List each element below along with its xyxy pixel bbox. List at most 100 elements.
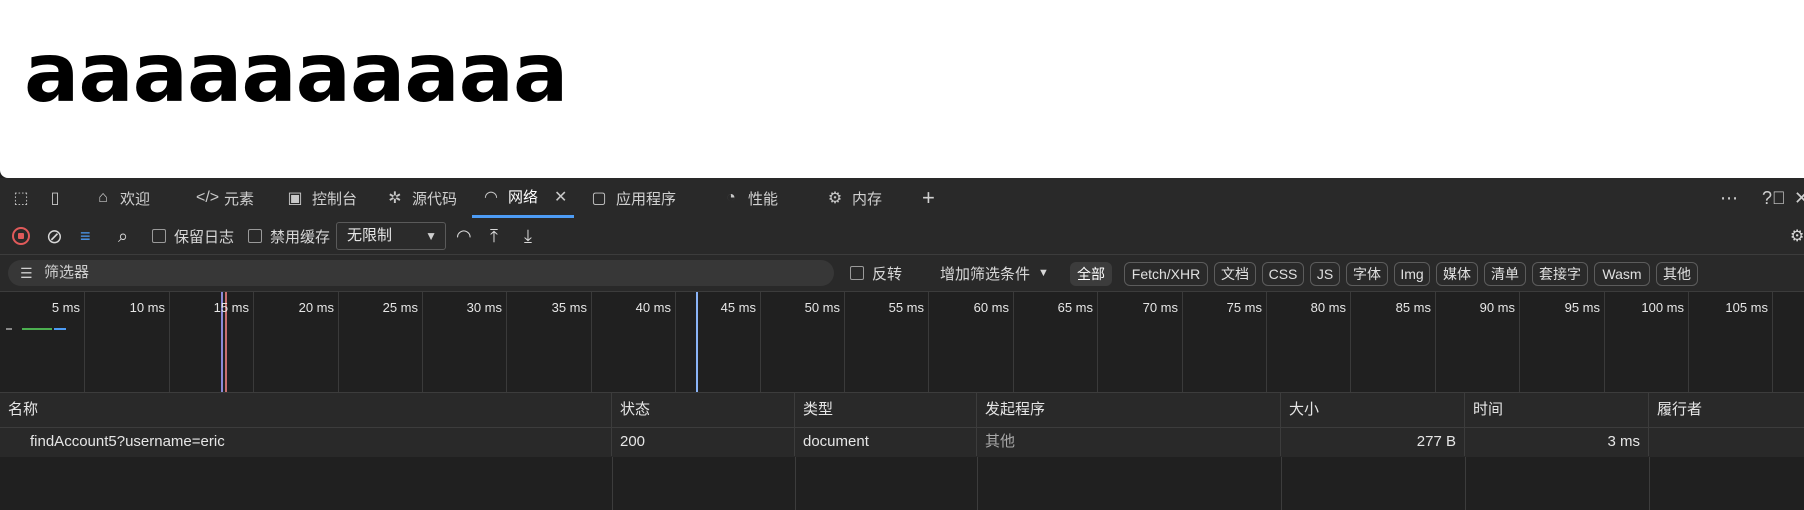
type-filter-css[interactable]: CSS — [1262, 262, 1304, 286]
timeline-tick-label: 10 ms — [129, 300, 165, 315]
filter-toggle-button[interactable]: ≡ — [80, 218, 91, 254]
more-filters-button[interactable]: 增加筛选条件 ▼ — [940, 255, 1049, 291]
column-divider — [612, 457, 613, 510]
request-status: 200 — [612, 428, 795, 456]
invert-checkbox[interactable]: 反转 — [850, 255, 902, 291]
tab-sources[interactable]: ✲ 源代码 — [384, 178, 457, 218]
throttle-select[interactable]: 无限制 ▼ — [336, 222, 446, 250]
timing-bar-request — [22, 328, 52, 330]
export-har-button[interactable]: ⤓ — [524, 218, 532, 254]
filter-bar: ☰ 筛选器 反转 增加筛选条件 ▼ 全部 Fetch/XHR 文档 CSS JS 字… — [0, 255, 1804, 292]
wifi-settings-icon: ◠ — [456, 225, 472, 246]
type-filter-media[interactable]: 媒体 — [1436, 262, 1478, 286]
search-button[interactable]: ⌕ — [118, 218, 128, 254]
tab-memory[interactable]: ⚙ 内存 — [824, 178, 882, 218]
type-filter-fetch-xhr[interactable]: Fetch/XHR — [1124, 262, 1208, 286]
network-settings-button[interactable]: ⚙ — [1790, 218, 1804, 254]
more-tools-button[interactable]: ⋯ — [1720, 178, 1738, 218]
throttle-value: 无限制 — [347, 227, 393, 244]
request-name[interactable]: findAccount5?username=eric — [0, 428, 612, 456]
close-icon: ✕ — [1794, 187, 1804, 208]
tab-network[interactable]: ◠ 网络 ✕ — [472, 178, 574, 218]
timeline-tick-label: 5 ms — [51, 300, 80, 315]
tab-application[interactable]: ▢ 应用程序 — [588, 178, 676, 218]
app-window-icon: ▢ — [591, 190, 607, 207]
add-tab-button[interactable]: + — [922, 178, 935, 218]
close-devtools-button[interactable]: ✕ — [1794, 178, 1804, 218]
request-time: 3 ms — [1465, 428, 1649, 456]
column-header-status[interactable]: 状态 — [612, 393, 795, 427]
tab-welcome[interactable]: ⌂ 欢迎 — [92, 178, 150, 218]
help-icon: ?⃝ — [1762, 187, 1786, 208]
filter-input[interactable]: ☰ 筛选器 — [8, 260, 834, 286]
request-size: 277 B — [1281, 428, 1465, 456]
type-filter-all[interactable]: 全部 — [1070, 262, 1112, 286]
type-filter-wasm[interactable]: Wasm — [1594, 262, 1650, 286]
timeline-tick-label: 85 ms — [1395, 300, 1431, 315]
download-icon: ⤓ — [524, 225, 532, 246]
home-icon: ⌂ — [98, 189, 108, 206]
type-filter-font[interactable]: 字体 — [1346, 262, 1388, 286]
tab-label: 元素 — [224, 190, 255, 208]
upload-icon: ⤒ — [490, 225, 498, 246]
close-tab-icon[interactable]: ✕ — [554, 187, 567, 207]
bug-icon: ✲ — [388, 190, 402, 207]
disable-cache-label: 禁用缓存 — [270, 228, 331, 246]
import-har-button[interactable]: ⤒ — [490, 218, 498, 254]
timeline-tick-label: 65 ms — [1057, 300, 1093, 315]
type-filter-img[interactable]: Img — [1394, 262, 1430, 286]
column-header-fulfilled-by[interactable]: 履行者 — [1649, 393, 1804, 427]
more-icon: ⋯ — [1720, 187, 1738, 208]
clear-button[interactable]: ⊘ — [46, 218, 63, 254]
web-page-content: aaaaaaaaaa — [0, 0, 1804, 178]
timeline-tick-label: 105 ms — [1725, 300, 1768, 315]
timing-bar-waiting — [6, 328, 12, 330]
request-fulfilled-by — [1649, 428, 1804, 456]
invert-label: 反转 — [872, 265, 903, 283]
column-header-initiator[interactable]: 发起程序 — [977, 393, 1281, 427]
type-filter-js[interactable]: JS — [1310, 262, 1340, 286]
tab-label: 源代码 — [412, 190, 458, 208]
tab-elements[interactable]: </> 元素 — [196, 178, 254, 218]
network-conditions-button[interactable]: ◠ — [456, 218, 472, 254]
table-empty-area — [0, 457, 1804, 510]
column-header-type[interactable]: 类型 — [795, 393, 977, 427]
type-filter-manifest[interactable]: 清单 — [1484, 262, 1526, 286]
tab-performance[interactable]: ◔ 性能 — [720, 178, 778, 218]
inspect-element-button[interactable]: ⬚ — [10, 178, 38, 218]
column-divider — [1649, 457, 1650, 510]
inspect-icon: ⬚ — [13, 190, 29, 207]
type-filter-socket[interactable]: 套接字 — [1532, 262, 1588, 286]
column-header-size[interactable]: 大小 — [1281, 393, 1465, 427]
preserve-log-label: 保留日志 — [174, 228, 235, 246]
column-divider — [1281, 457, 1282, 510]
disable-cache-checkbox[interactable]: 禁用缓存 — [248, 218, 330, 254]
type-filter-other[interactable]: 其他 — [1656, 262, 1698, 286]
table-row[interactable]: findAccount5?username=eric 200 document … — [0, 428, 1804, 456]
timeline-tick-label: 90 ms — [1479, 300, 1515, 315]
network-overview-timeline[interactable]: 5 ms 10 ms 15 ms 20 ms 25 ms 30 ms 35 ms 40 ms 4… — [0, 292, 1804, 393]
gauge-icon: ◔ — [726, 189, 736, 206]
timeline-tick-label: 20 ms — [298, 300, 334, 315]
page-heading: aaaaaaaaaa — [24, 26, 568, 121]
help-button[interactable]: ?⃝ — [1762, 178, 1786, 218]
search-icon: ⌕ — [118, 225, 129, 246]
timeline-gridline — [1772, 292, 1773, 392]
column-header-name[interactable]: 名称 — [0, 393, 612, 427]
request-type: document — [795, 428, 977, 456]
devtools-tab-bar: ⬚ ▯ ⌂ 欢迎 </> 元素 ▣ 控制台 ✲ 源代码 ◠ 网络 ✕ ▢ 应用程序 ◔ 性能 ⚙… — [0, 178, 1804, 219]
device-icon: ▯ — [50, 190, 60, 207]
tab-label: 网络 — [508, 189, 539, 206]
device-emulation-button[interactable]: ▯ — [44, 178, 72, 218]
chip-icon: ⚙ — [827, 190, 843, 207]
checkbox-icon — [152, 229, 166, 243]
tab-console[interactable]: ▣ 控制台 — [284, 178, 357, 218]
timeline-tick-label: 15 ms — [213, 300, 249, 315]
timeline-tick-label: 70 ms — [1142, 300, 1178, 315]
column-header-time[interactable]: 时间 — [1465, 393, 1649, 427]
record-button[interactable] — [12, 218, 30, 254]
preserve-log-checkbox[interactable]: 保留日志 — [152, 218, 234, 254]
tab-label: 内存 — [852, 190, 883, 208]
type-filter-doc[interactable]: 文档 — [1214, 262, 1256, 286]
checkbox-icon — [850, 266, 864, 280]
